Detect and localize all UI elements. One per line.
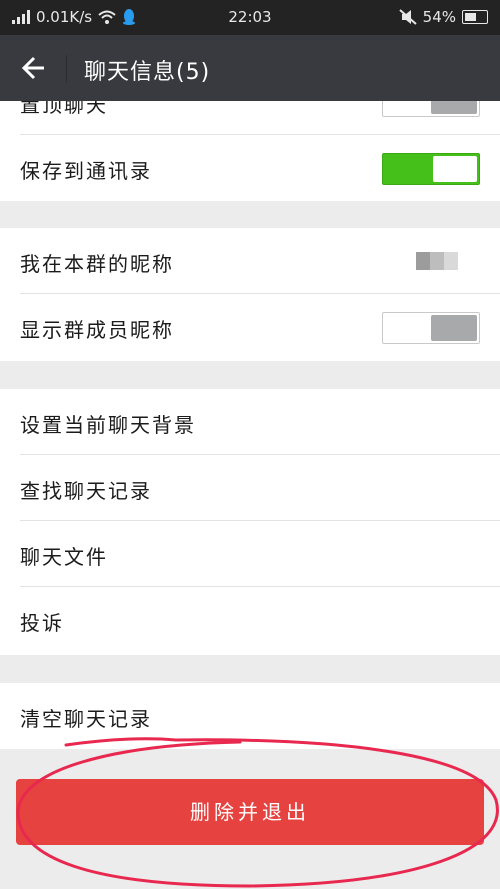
delete-and-exit-button[interactable]: 删除并退出: [16, 779, 484, 845]
save-contacts-toggle[interactable]: [382, 153, 480, 185]
clear-history-label: 清空聊天记录: [20, 707, 152, 731]
row-chat-background[interactable]: 设置当前聊天背景: [0, 389, 500, 455]
row-chat-files[interactable]: 聊天文件: [0, 521, 500, 587]
battery-percent: 54%: [422, 8, 456, 26]
pin-chat-label: 置顶聊天: [20, 101, 108, 117]
save-contacts-label: 保存到通讯录: [20, 159, 152, 183]
row-search-history[interactable]: 查找聊天记录: [0, 455, 500, 521]
pin-chat-toggle[interactable]: [382, 101, 480, 117]
back-arrow-icon[interactable]: [18, 53, 48, 83]
section-nickname: 我在本群的昵称 显示群成员昵称: [0, 228, 500, 361]
row-show-nickname[interactable]: 显示群成员昵称: [0, 294, 500, 360]
row-clear-history[interactable]: 清空聊天记录: [0, 683, 500, 749]
mute-icon: [398, 9, 417, 25]
page-title: 聊天信息(5): [84, 60, 211, 85]
row-my-nickname[interactable]: 我在本群的昵称: [0, 228, 500, 294]
nickname-loading-indicator: [416, 252, 458, 270]
title-bar: 聊天信息(5): [0, 35, 500, 101]
my-nickname-label: 我在本群的昵称: [20, 252, 174, 276]
title-divider: [66, 55, 67, 83]
show-nickname-label: 显示群成员昵称: [20, 318, 174, 342]
section-chat-settings: 置顶聊天 保存到通讯录: [0, 101, 500, 201]
report-label: 投诉: [20, 611, 64, 635]
search-history-label: 查找聊天记录: [20, 479, 152, 503]
section-clear: 清空聊天记录: [0, 683, 500, 749]
row-pin-chat[interactable]: 置顶聊天: [0, 101, 500, 135]
battery-icon: [462, 10, 488, 24]
status-bar: 0.01K/s 22:03 54%: [0, 0, 500, 35]
section-chat-tools: 设置当前聊天背景 查找聊天记录 聊天文件 投诉: [0, 389, 500, 655]
row-report[interactable]: 投诉: [0, 587, 500, 653]
chat-files-label: 聊天文件: [20, 545, 108, 569]
chat-background-label: 设置当前聊天背景: [20, 413, 196, 437]
show-nickname-toggle[interactable]: [382, 312, 480, 344]
row-save-contacts[interactable]: 保存到通讯录: [0, 135, 500, 201]
